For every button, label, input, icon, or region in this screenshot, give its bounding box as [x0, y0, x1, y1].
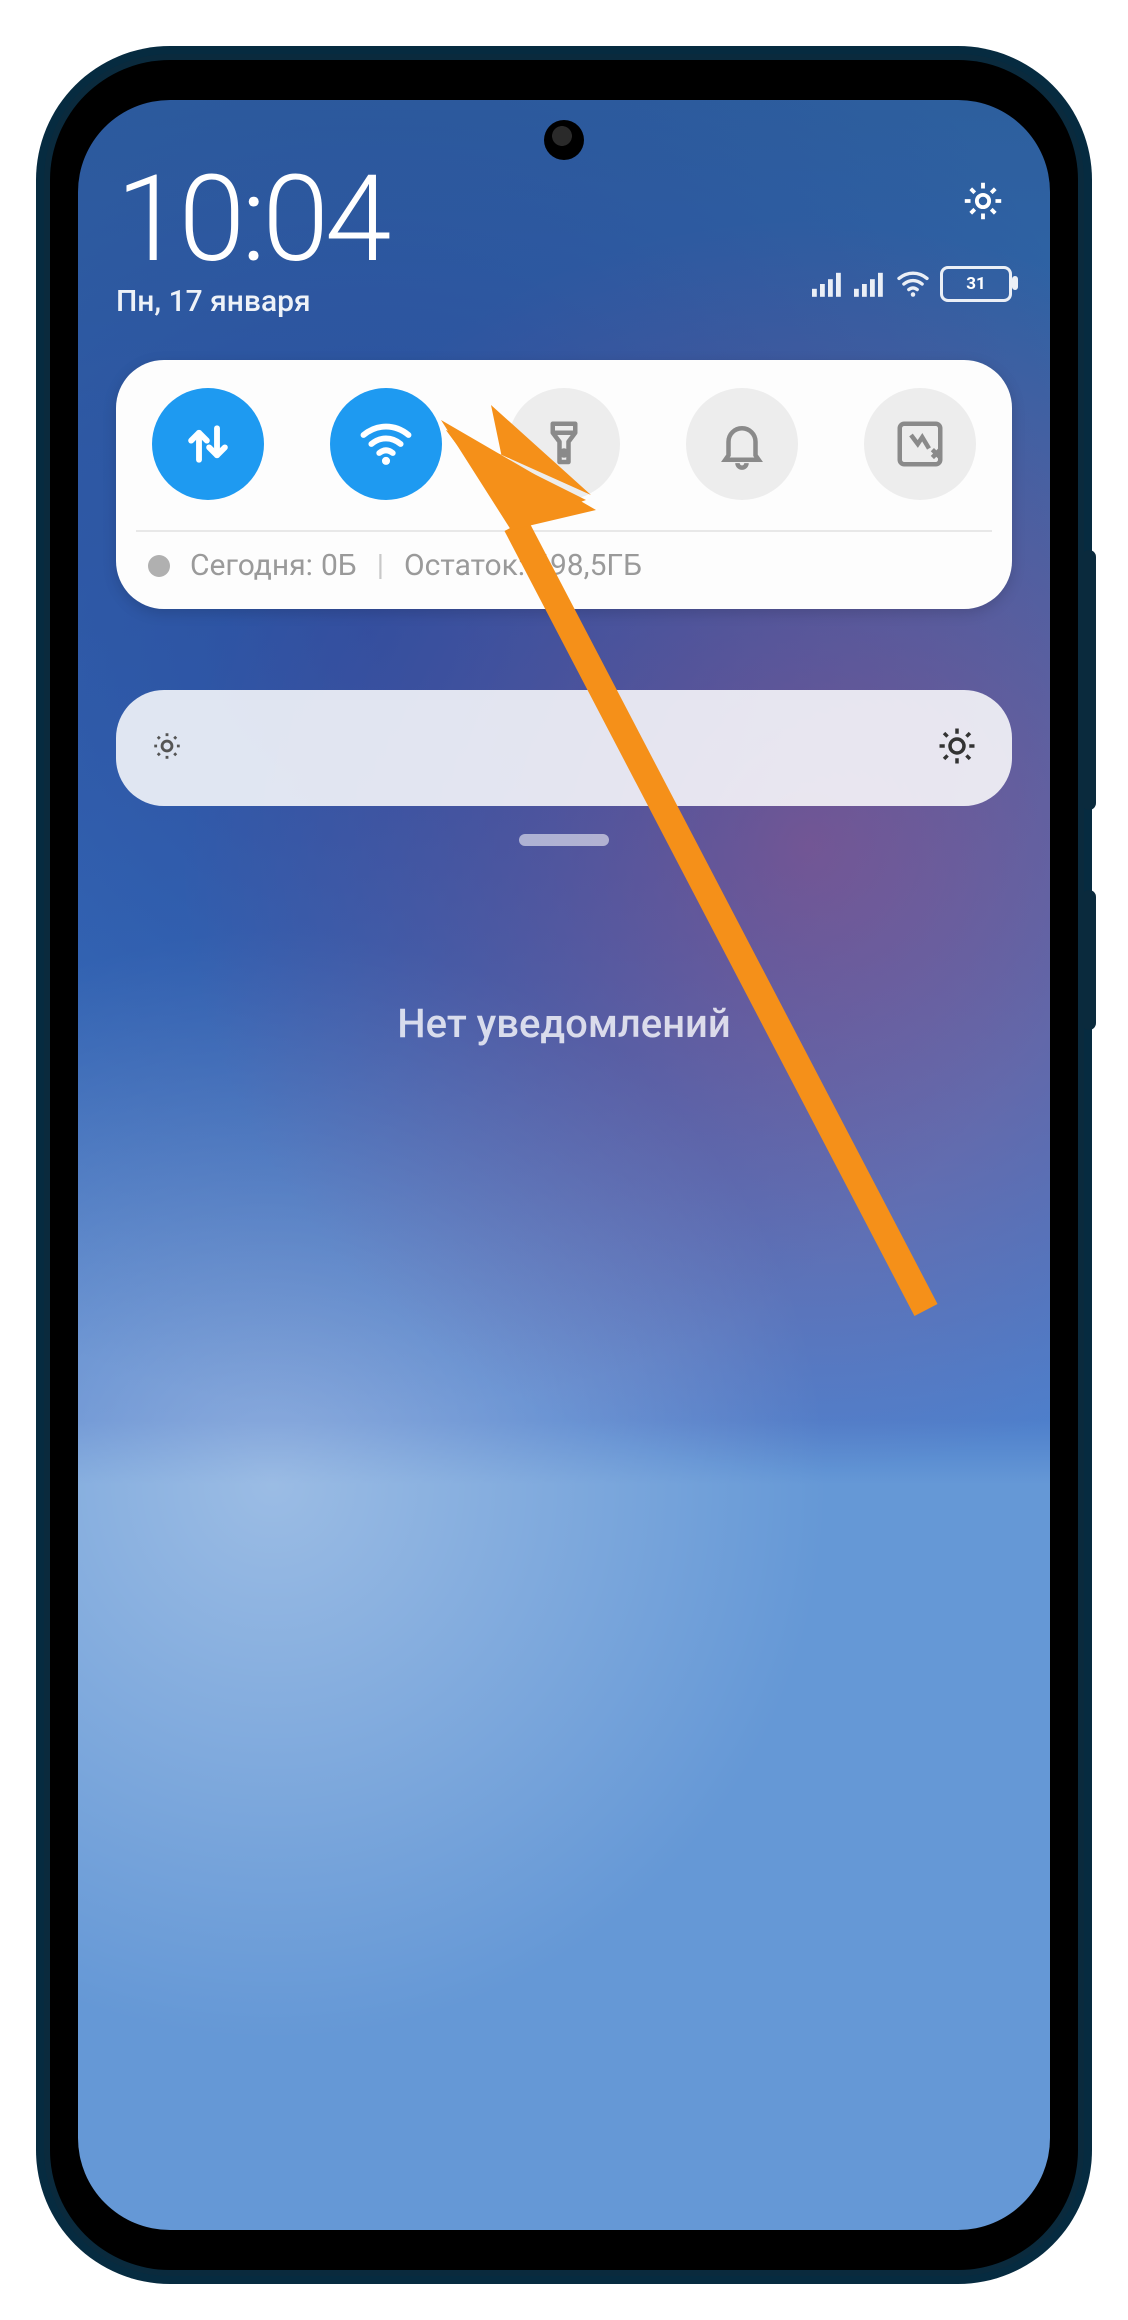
no-notifications-text: Нет уведомлений — [78, 1000, 1050, 1047]
wifi-icon — [359, 417, 413, 471]
battery-indicator: 31 — [940, 266, 1012, 302]
bell-icon — [715, 417, 769, 471]
qs-wifi-toggle[interactable] — [330, 388, 442, 500]
shade-drag-handle[interactable] — [519, 834, 609, 846]
brightness-low-icon — [150, 729, 184, 767]
power-button — [1082, 890, 1096, 1030]
front-camera — [544, 120, 584, 160]
signal-sim1-icon — [812, 271, 844, 297]
quick-settings-panel: Сегодня: 0Б | Остаток: 498,5ГБ — [116, 360, 1012, 609]
wifi-icon — [896, 270, 930, 298]
phone-frame: 10:04 Пн, 17 января — [50, 60, 1078, 2270]
qs-screenshot-toggle[interactable] — [864, 388, 976, 500]
screenshot-icon — [893, 417, 947, 471]
qs-flashlight-toggle[interactable] — [508, 388, 620, 500]
settings-button[interactable] — [960, 178, 1006, 224]
battery-percent: 31 — [966, 274, 986, 294]
status-bar: 10:04 Пн, 17 января — [116, 160, 1012, 319]
data-usage-remaining-value: 498,5ГБ — [533, 548, 642, 583]
clock-time: 10:04 — [116, 160, 1012, 280]
brightness-slider[interactable] — [116, 690, 1012, 806]
status-icons: 31 — [812, 266, 1012, 302]
phone-screen: 10:04 Пн, 17 января — [78, 100, 1050, 2230]
data-usage-row[interactable]: Сегодня: 0Б | Остаток: 498,5ГБ — [142, 548, 986, 589]
signal-sim2-icon — [854, 271, 886, 297]
phone-bezel: 10:04 Пн, 17 января — [64, 74, 1064, 2256]
quick-settings-row — [142, 388, 986, 500]
data-usage-today-label: Сегодня: — [190, 548, 313, 583]
quick-settings-divider — [136, 530, 992, 532]
volume-button — [1082, 550, 1096, 810]
data-usage-today-value: 0Б — [321, 548, 357, 583]
gear-icon — [960, 178, 1006, 224]
data-usage-separator: | — [377, 548, 384, 583]
data-usage-remaining-label: Остаток: — [404, 548, 525, 583]
mobile-data-icon — [181, 417, 235, 471]
qs-dnd-toggle[interactable] — [686, 388, 798, 500]
flashlight-icon — [537, 417, 591, 471]
data-usage-dot-icon — [148, 555, 170, 577]
qs-mobile-data-toggle[interactable] — [152, 388, 264, 500]
brightness-high-icon — [936, 725, 978, 771]
